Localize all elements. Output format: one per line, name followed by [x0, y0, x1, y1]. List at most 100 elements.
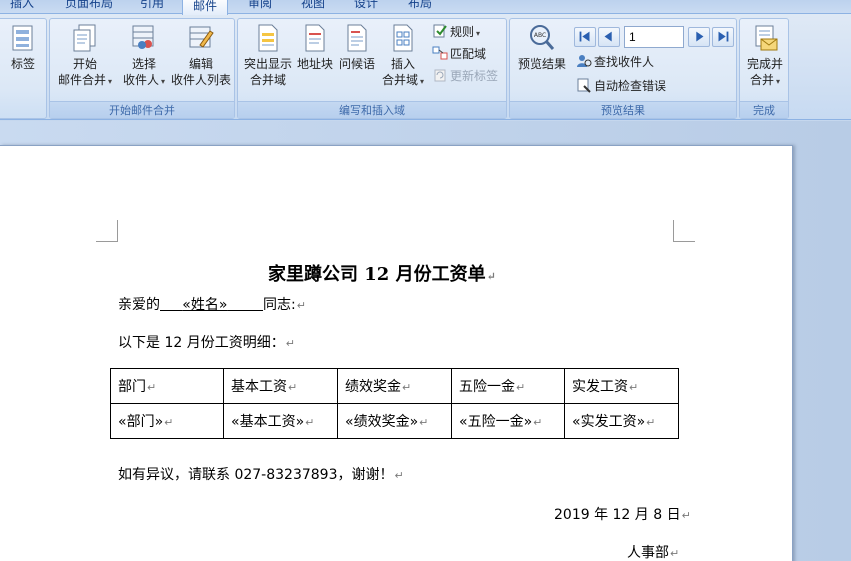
highlight-merge-fields-line1: 突出显示 [243, 57, 292, 71]
group-finish: 完成并 合并 ▾ 完成 [739, 18, 789, 119]
find-recipient-label: 查找收件人 [594, 55, 655, 69]
name-merge-field: «姓名» [182, 297, 228, 313]
rules-label: 规则 [450, 25, 475, 39]
tab-review[interactable]: 审阅 [240, 0, 280, 14]
select-recipients-line2: 收件人 [122, 73, 159, 87]
table-header-cell[interactable]: 基本工资↵ [223, 368, 338, 404]
preview-results-icon: ABC [529, 23, 555, 53]
first-record-icon [579, 31, 590, 42]
auto-check-errors-icon [576, 77, 592, 93]
merge-field-cell[interactable]: «部门»↵ [110, 403, 224, 439]
table-header-cell[interactable]: 绩效奖金↵ [337, 368, 452, 404]
document-title: 家里蹲公司 12 月份工资单↵ [268, 264, 496, 285]
edit-recipient-list-icon [188, 23, 214, 53]
last-record-icon [718, 31, 729, 42]
highlight-merge-fields-line2: 合并域 [249, 73, 286, 87]
finish-merge-line1: 完成并 [746, 57, 783, 71]
last-record-button[interactable] [712, 27, 734, 47]
finish-merge-button[interactable]: 完成并 合并 ▾ [742, 23, 788, 90]
address-block-label: 地址块 [296, 57, 333, 71]
start-mail-merge-line1: 开始 [72, 57, 97, 71]
rules-button[interactable]: 规则 ▾ [432, 23, 480, 41]
group-write-insert-fields: 突出显示 合并域 地址块 问候语 插入 合并域 ▾ 规则 ▾ 匹配域 更新标签 … [237, 18, 507, 119]
margin-corner-top-right [673, 220, 695, 242]
labels-icon [10, 23, 36, 53]
tab-layout[interactable]: 布局 [400, 0, 440, 14]
auto-check-errors-label: 自动检查错误 [594, 79, 667, 93]
table-header-cell[interactable]: 实发工资↵ [564, 368, 679, 404]
match-fields-label: 匹配域 [450, 47, 487, 61]
next-record-icon [696, 31, 704, 42]
insert-merge-field-icon [390, 23, 416, 53]
tab-mailings[interactable]: 邮件 [182, 0, 228, 15]
select-recipients-icon [131, 23, 157, 53]
start-mail-merge-button[interactable]: 开始 邮件合并 ▾ [54, 23, 116, 90]
merge-field-cell[interactable]: «五险一金»↵ [451, 403, 565, 439]
labels-label: 标签 [10, 57, 35, 71]
tab-references[interactable]: 引用 [132, 0, 172, 14]
labels-button[interactable]: 标签 [3, 23, 43, 72]
insert-merge-field-line2: 合并域 [381, 73, 418, 87]
match-fields-button[interactable]: 匹配域 [432, 45, 486, 63]
table-header-cell[interactable]: 部门↵ [110, 368, 224, 404]
document-area: 家里蹲公司 12 月份工资单↵ 亲爱的 «姓名» 同志:↵ 以下是 12 月份工… [0, 121, 851, 561]
group-label-preview-results: 预览结果 [510, 101, 736, 118]
address-block-icon [302, 23, 328, 53]
next-record-button[interactable] [688, 27, 710, 47]
merge-field-cell[interactable]: «绩效奖金»↵ [337, 403, 452, 439]
table-header-row: 部门↵ 基本工资↵ 绩效奖金↵ 五险一金↵ 实发工资↵ [110, 368, 679, 404]
chevron-down-icon: ▾ [108, 77, 113, 86]
document-page[interactable]: 家里蹲公司 12 月份工资单↵ 亲爱的 «姓名» 同志:↵ 以下是 12 月份工… [0, 145, 793, 561]
insert-merge-field-line1: 插入 [390, 57, 415, 71]
intro-line: 以下是 12 月份工资明细：↵ [118, 335, 295, 351]
merge-field-cell[interactable]: «实发工资»↵ [564, 403, 679, 439]
find-recipient-button[interactable]: 查找收件人 [576, 53, 654, 71]
edit-recipient-list-line1: 编辑 [188, 57, 213, 71]
ribbon: 标签 开始 邮件合并 ▾ 选择 收件人 ▾ 编辑 收件人列表 开始邮件合并 突出… [0, 14, 851, 120]
tab-insert[interactable]: 插入 [2, 0, 42, 14]
table-row: «部门»↵ «基本工资»↵ «绩效奖金»↵ «五险一金»↵ «实发工资»↵ [110, 403, 679, 439]
find-recipient-icon [576, 53, 592, 69]
greeting-line-icon [344, 23, 370, 53]
insert-merge-field-button[interactable]: 插入 合并域 ▾ [378, 23, 428, 90]
auto-check-errors-button[interactable]: 自动检查错误 [576, 77, 666, 95]
highlight-merge-fields-button[interactable]: 突出显示 合并域 [241, 23, 295, 88]
margin-corner-top-left [96, 220, 118, 242]
preview-results-button[interactable]: ABC 预览结果 [514, 23, 570, 72]
update-labels-button[interactable]: 更新标签 [432, 67, 498, 85]
address-block-button[interactable]: 地址块 [295, 23, 335, 72]
previous-record-button[interactable] [598, 27, 620, 47]
ribbon-tab-strip: 插入 页面布局 引用 邮件 审阅 视图 设计 布局 [0, 0, 851, 15]
greeting-line-label: 问候语 [338, 57, 375, 71]
group-label-start-mail-merge: 开始邮件合并 [50, 101, 234, 118]
start-mail-merge-line2: 邮件合并 [57, 73, 106, 87]
rules-icon [432, 23, 448, 39]
tab-view[interactable]: 视图 [293, 0, 333, 14]
greeting-line-button[interactable]: 问候语 [336, 23, 378, 72]
group-label-finish: 完成 [740, 101, 788, 118]
tab-design[interactable]: 设计 [346, 0, 386, 14]
merge-field-cell[interactable]: «基本工资»↵ [223, 403, 338, 439]
first-record-button[interactable] [574, 27, 596, 47]
greeting-suffix: 同志: [263, 297, 296, 313]
date-line: 2019 年 12 月 8 日↵ [554, 507, 691, 523]
department-line: 人事部↵ [627, 545, 680, 561]
finish-merge-icon [752, 23, 778, 53]
greeting-prefix: 亲爱的 [118, 297, 160, 313]
edit-recipient-list-line2: 收件人列表 [170, 73, 231, 87]
chevron-down-icon: ▾ [161, 77, 166, 86]
group-label-write-insert-fields: 编写和插入域 [238, 101, 506, 118]
chevron-down-icon: ▾ [420, 77, 425, 86]
select-recipients-line1: 选择 [131, 57, 156, 71]
group-create: 标签 [0, 18, 47, 119]
start-mail-merge-icon [72, 23, 98, 53]
record-number-input[interactable] [624, 26, 684, 48]
highlight-merge-fields-icon [255, 23, 281, 53]
contact-line: 如有异议，请联系 027-83237893，谢谢！↵ [118, 467, 404, 483]
finish-merge-line2: 合并 [749, 73, 774, 87]
select-recipients-button[interactable]: 选择 收件人 ▾ [118, 23, 170, 90]
update-labels-label: 更新标签 [450, 69, 499, 83]
edit-recipient-list-button[interactable]: 编辑 收件人列表 [168, 23, 234, 88]
table-header-cell[interactable]: 五险一金↵ [451, 368, 565, 404]
tab-page-layout[interactable]: 页面布局 [56, 0, 122, 14]
